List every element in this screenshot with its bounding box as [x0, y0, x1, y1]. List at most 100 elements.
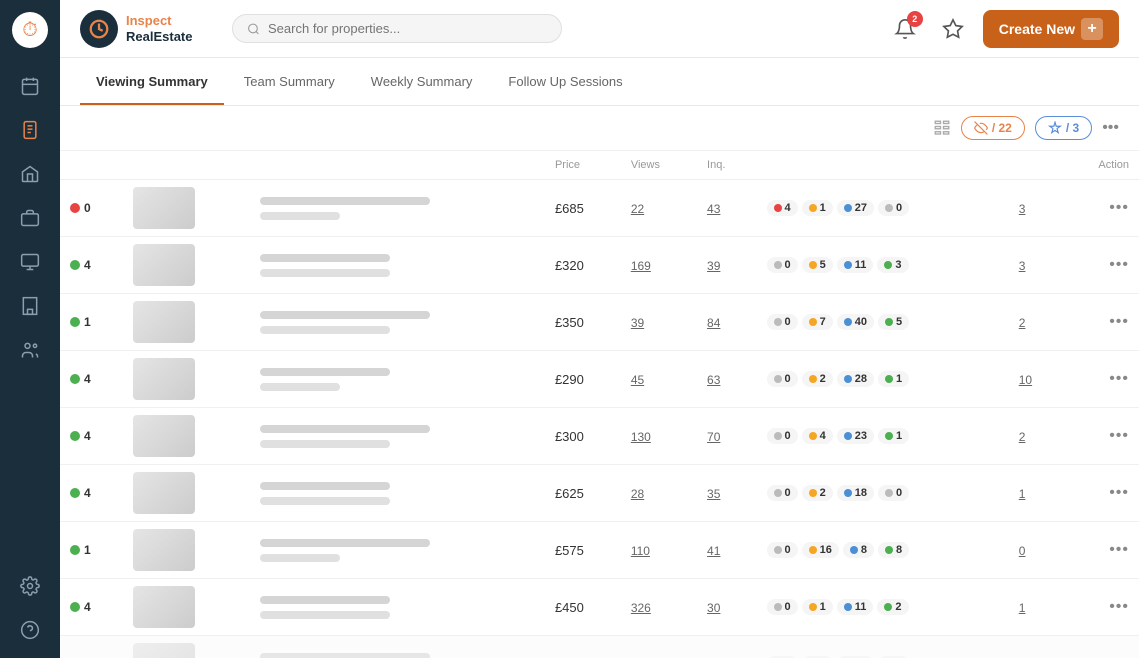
- brand-line1: Inspect: [126, 13, 192, 29]
- tab-follow-up-sessions[interactable]: Follow Up Sessions: [492, 58, 638, 105]
- val1-cell-6: 0: [1009, 522, 1061, 579]
- row-more-button-3[interactable]: •••: [1109, 370, 1129, 387]
- row-more-button-6[interactable]: •••: [1109, 541, 1129, 558]
- tab-viewing-summary[interactable]: Viewing Summary: [80, 58, 224, 105]
- row-more-button-0[interactable]: •••: [1109, 199, 1129, 216]
- table-wrap: Price Views Inq. Action 0: [60, 151, 1139, 658]
- content-area: / 22 / 3 ••• Price: [60, 106, 1139, 658]
- pin-filter-button[interactable]: / 3: [1035, 116, 1092, 140]
- search-bar[interactable]: [232, 14, 562, 43]
- sidebar-item-people[interactable]: [12, 332, 48, 368]
- val1-cell-0: 3: [1009, 180, 1061, 237]
- row-more-button-4[interactable]: •••: [1109, 427, 1129, 444]
- val1-cell-3: 10: [1009, 351, 1061, 408]
- inquiries-cell-0: 43: [697, 180, 756, 237]
- status-cell-7: 4: [60, 579, 123, 636]
- table-row: 1 £575 110 41 0: [60, 522, 1139, 579]
- prop-image-cell-8: [123, 636, 250, 658]
- tabs-bar: Viewing Summary Team Summary Weekly Summ…: [60, 58, 1139, 106]
- prop-details-cell-0: [250, 180, 545, 237]
- table-row: 4 £300 130 70 0: [60, 408, 1139, 465]
- price-cell-5: £625: [545, 465, 621, 522]
- logo-circle: [80, 10, 118, 48]
- tab-weekly-summary[interactable]: Weekly Summary: [355, 58, 489, 105]
- col-image: [123, 151, 250, 180]
- eye-filter-button[interactable]: / 22: [961, 116, 1025, 140]
- header-logo: Inspect RealEstate: [80, 10, 220, 48]
- val1-cell-8: 2: [1009, 636, 1061, 658]
- dot-group-cell-5: 0 2 18 0: [757, 465, 1009, 522]
- val1-cell-1: 3: [1009, 237, 1061, 294]
- action-cell-2: •••: [1060, 294, 1139, 351]
- prop-details-cell-7: [250, 579, 545, 636]
- prop-details-cell-1: [250, 237, 545, 294]
- row-more-button-7[interactable]: •••: [1109, 598, 1129, 615]
- sidebar-item-monitor[interactable]: [12, 244, 48, 280]
- tab-team-summary[interactable]: Team Summary: [228, 58, 351, 105]
- price-cell-4: £300: [545, 408, 621, 465]
- status-cell-4: 4: [60, 408, 123, 465]
- prop-details-cell-6: [250, 522, 545, 579]
- prop-image-cell-5: [123, 465, 250, 522]
- table-row: 4 £320 169 39 0: [60, 237, 1139, 294]
- favorites-button[interactable]: [935, 11, 971, 47]
- sidebar-item-home[interactable]: [12, 156, 48, 192]
- create-new-button[interactable]: Create New +: [983, 10, 1119, 48]
- table-row: 0 £685 22 43 4: [60, 180, 1139, 237]
- price-cell-7: £450: [545, 579, 621, 636]
- val1-cell-7: 1: [1009, 579, 1061, 636]
- inquiries-cell-5: 35: [697, 465, 756, 522]
- val1-cell-5: 1: [1009, 465, 1061, 522]
- action-cell-3: •••: [1060, 351, 1139, 408]
- dot-group-cell-1: 0 5 11 3: [757, 237, 1009, 294]
- action-cell-6: •••: [1060, 522, 1139, 579]
- row-more-button-1[interactable]: •••: [1109, 256, 1129, 273]
- grid-view-button[interactable]: [933, 119, 951, 137]
- properties-table: Price Views Inq. Action 0: [60, 151, 1139, 658]
- dot-group-cell-2: 0 7 40 5: [757, 294, 1009, 351]
- sidebar-item-building[interactable]: [12, 288, 48, 324]
- col-dot-groups: [757, 151, 1009, 180]
- row-more-button-5[interactable]: •••: [1109, 484, 1129, 501]
- notification-button[interactable]: 2: [887, 11, 923, 47]
- views-cell-3: 45: [621, 351, 697, 408]
- search-input[interactable]: [268, 21, 547, 36]
- status-cell-5: 4: [60, 465, 123, 522]
- prop-image-cell-1: [123, 237, 250, 294]
- brand-line2: RealEstate: [126, 29, 192, 45]
- toolbar-more-button[interactable]: •••: [1102, 119, 1119, 137]
- sidebar-item-clipboard[interactable]: [12, 112, 48, 148]
- action-cell-7: •••: [1060, 579, 1139, 636]
- col-inquiries: Inq.: [697, 151, 756, 180]
- sidebar-item-help[interactable]: [12, 612, 48, 648]
- dot-group-cell-3: 0 2 28 1: [757, 351, 1009, 408]
- sidebar-item-calendar[interactable]: [12, 68, 48, 104]
- prop-image-cell-4: [123, 408, 250, 465]
- header: Inspect RealEstate 2 Create New: [60, 0, 1139, 58]
- notification-badge: 2: [907, 11, 923, 27]
- sidebar-item-settings[interactable]: [12, 568, 48, 604]
- action-cell-1: •••: [1060, 237, 1139, 294]
- row-more-button-2[interactable]: •••: [1109, 313, 1129, 330]
- action-cell-5: •••: [1060, 465, 1139, 522]
- sidebar-logo: ⏱: [10, 10, 50, 50]
- inquiries-cell-4: 70: [697, 408, 756, 465]
- status-cell-0: 0: [60, 180, 123, 237]
- price-cell-8: £400: [545, 636, 621, 658]
- price-cell-0: £685: [545, 180, 621, 237]
- eye-slash-icon: [974, 121, 988, 135]
- dot-group-cell-7: 0 1 11 2: [757, 579, 1009, 636]
- pin-count: / 3: [1066, 121, 1079, 135]
- table-row: 4 £450 326 30 0: [60, 579, 1139, 636]
- status-cell-8: 4: [60, 636, 123, 658]
- val1-cell-2: 2: [1009, 294, 1061, 351]
- prop-details-cell-3: [250, 351, 545, 408]
- inquiries-cell-3: 63: [697, 351, 756, 408]
- sidebar: ⏱: [0, 0, 60, 658]
- sidebar-item-briefcase[interactable]: [12, 200, 48, 236]
- dot-group-cell-8: 0 0 17 0: [757, 636, 1009, 658]
- views-cell-5: 28: [621, 465, 697, 522]
- status-cell-1: 4: [60, 237, 123, 294]
- inquiries-cell-8: 29: [697, 636, 756, 658]
- status-cell-6: 1: [60, 522, 123, 579]
